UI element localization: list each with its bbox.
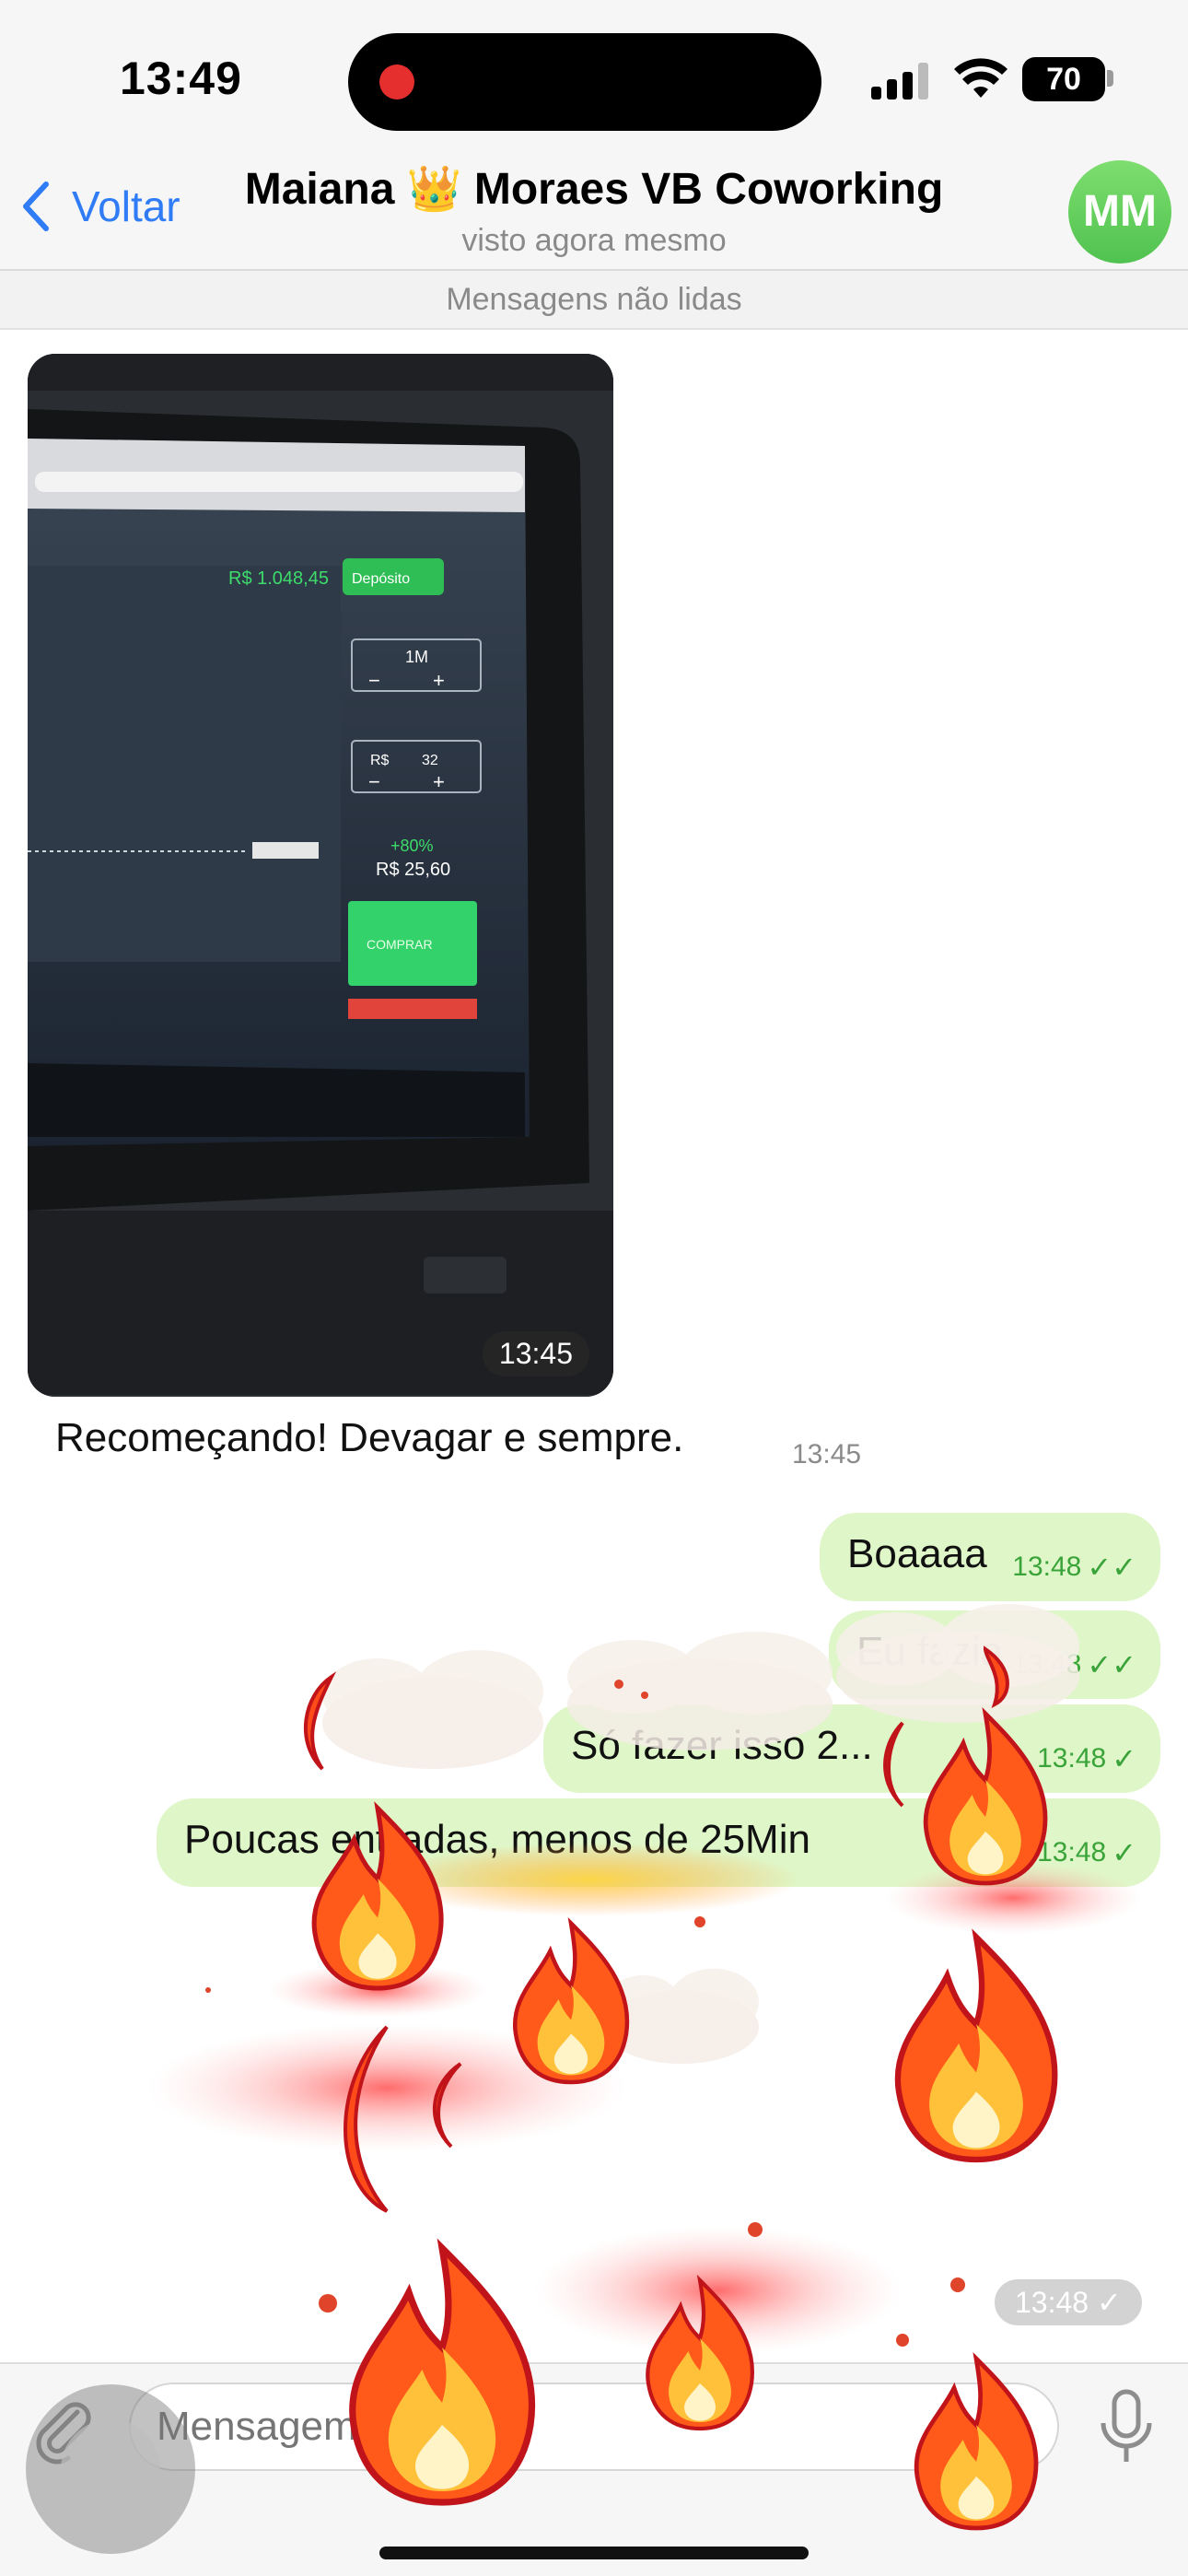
battery-tip bbox=[1107, 70, 1113, 87]
battery-level: 70 bbox=[1046, 62, 1081, 97]
outgoing-message[interactable]: Eu fazia 13:48 ✓✓ bbox=[829, 1610, 1160, 1699]
outgoing-message[interactable]: Boaaaa 13:48 ✓✓ bbox=[820, 1513, 1160, 1601]
contact-info[interactable]: Maiana 👑 Moraes VB Coworking visto agora… bbox=[184, 160, 1004, 262]
photo-buy: COMPRAR bbox=[367, 937, 433, 952]
photo-profit-value: R$ 25,60 bbox=[376, 860, 450, 880]
assistive-touch-button[interactable] bbox=[26, 2384, 195, 2554]
message-meta: 13:48 ✓✓ bbox=[1012, 1550, 1136, 1585]
microphone-icon[interactable] bbox=[1094, 2386, 1159, 2469]
incoming-timestamp: 13:45 bbox=[792, 1439, 862, 1469]
check-icon: ✓ bbox=[1112, 1836, 1136, 1869]
message-text: Eu fazia bbox=[856, 1629, 1003, 1674]
photo-amount: 32 bbox=[422, 753, 438, 768]
chevron-left-icon bbox=[23, 181, 49, 231]
outgoing-message[interactable]: Só fazer isso 2... 13:48 ✓ bbox=[543, 1704, 1160, 1793]
status-bar: 13:49 70 bbox=[0, 0, 1188, 157]
photo-message[interactable]: R$ 1.048,45 Depósito 1M − + R$ 32 − + +8… bbox=[28, 354, 613, 1397]
message-time: 13:48 bbox=[1012, 1551, 1082, 1582]
message-text: Boaaaa bbox=[847, 1531, 987, 1576]
avatar[interactable]: MM bbox=[1068, 160, 1171, 263]
double-check-icon: ✓✓ bbox=[1087, 1551, 1136, 1584]
message-meta: 13:48 ✓✓ bbox=[1012, 1647, 1136, 1682]
message-time: 13:48 bbox=[1037, 1743, 1107, 1774]
recording-indicator-icon bbox=[379, 64, 414, 100]
message-meta: 13:48 ✓ bbox=[1037, 1741, 1136, 1776]
svg-text:−: − bbox=[368, 669, 380, 692]
incoming-message[interactable]: Recomeçando! Devagar e sempre. bbox=[55, 1415, 683, 1461]
svg-text:+: + bbox=[433, 770, 445, 793]
photo-duration: 1M bbox=[405, 648, 428, 666]
photo-deposit: Depósito bbox=[352, 571, 410, 587]
battery-icon: 70 bbox=[1022, 57, 1105, 101]
wifi-icon bbox=[954, 58, 1007, 98]
home-indicator bbox=[379, 2547, 809, 2559]
back-label: Voltar bbox=[72, 182, 181, 230]
photo-balance: R$ 1.048,45 bbox=[228, 568, 329, 589]
check-icon: ✓ bbox=[1112, 1742, 1136, 1775]
clock: 13:49 bbox=[120, 53, 242, 104]
message-text: Só fazer isso 2... bbox=[571, 1723, 873, 1768]
contact-status: visto agora mesmo bbox=[461, 223, 727, 258]
cellular-signal-icon bbox=[871, 63, 930, 100]
unread-divider: Mensagens não lidas bbox=[0, 271, 1188, 330]
outgoing-message[interactable]: Poucas entradas, menos de 25Min 13:48 ✓ bbox=[157, 1798, 1160, 1887]
laptop-photo: R$ 1.048,45 Depósito 1M − + R$ 32 − + +8… bbox=[28, 354, 613, 1397]
message-text: Poucas entradas, menos de 25Min bbox=[184, 1817, 810, 1862]
message-time: 13:48 bbox=[1037, 1837, 1107, 1868]
effect-timestamp: 13:48 ✓ bbox=[995, 2279, 1142, 2325]
chat-header: Voltar Maiana 👑 Moraes VB Coworking vist… bbox=[0, 157, 1188, 271]
photo-timestamp: 13:45 bbox=[482, 1331, 589, 1376]
dynamic-island bbox=[348, 33, 821, 131]
effect-time: 13:48 bbox=[1015, 2286, 1089, 2319]
svg-text:−: − bbox=[368, 770, 380, 793]
photo-amount-currency: R$ bbox=[370, 753, 390, 768]
message-meta: 13:48 ✓ bbox=[1037, 1835, 1136, 1870]
back-button[interactable]: Voltar bbox=[18, 179, 181, 234]
contact-name: Maiana 👑 Moraes VB Coworking bbox=[244, 165, 944, 214]
message-time: 13:48 bbox=[1012, 1649, 1082, 1680]
photo-profit-pct: +80% bbox=[390, 837, 434, 855]
message-input[interactable] bbox=[129, 2383, 1059, 2471]
message-list[interactable]: Mensagens não lidas R$ 1.048,45 Depósito… bbox=[0, 271, 1188, 2362]
double-check-icon: ✓✓ bbox=[1087, 1648, 1136, 1681]
svg-text:+: + bbox=[433, 669, 445, 692]
